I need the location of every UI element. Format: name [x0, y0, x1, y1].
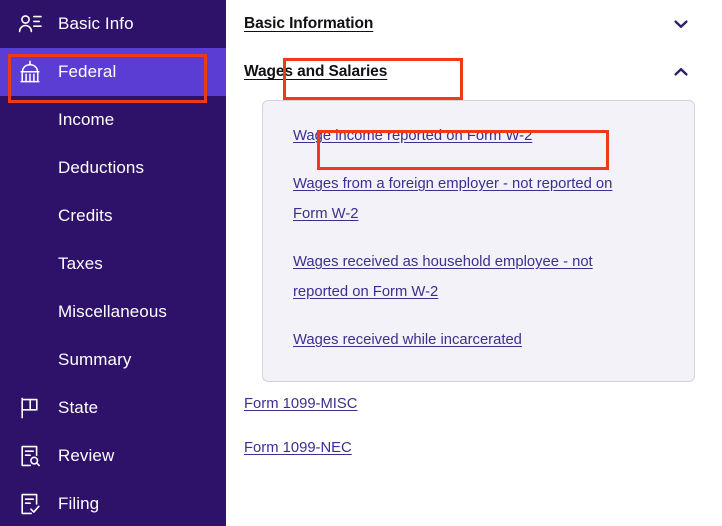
sidebar-item-income[interactable]: Income — [0, 96, 226, 144]
sidebar-item-label: Review — [58, 446, 115, 465]
app-root: Basic Info Federal Income Deductions Cre… — [0, 0, 722, 526]
document-check-icon — [16, 490, 44, 518]
sidebar-item-federal[interactable]: Federal — [0, 48, 226, 96]
row-form-1099-nec: Form 1099-NEC — [244, 426, 704, 470]
link-form-1099-misc[interactable]: Form 1099-MISC — [244, 396, 357, 412]
link-wage-income-form-w2[interactable]: Wage income reported on Form W-2 — [293, 121, 633, 151]
wages-and-salaries-card: Wage income reported on Form W-2 Wages f… — [262, 100, 695, 382]
sidebar-item-label: State — [58, 398, 99, 417]
sidebar-item-taxes[interactable]: Taxes — [0, 240, 226, 288]
sidebar-item-credits[interactable]: Credits — [0, 192, 226, 240]
sidebar-item-label: Miscellaneous — [58, 302, 168, 321]
sidebar-item-label: Deductions — [58, 158, 145, 177]
section-basic-information[interactable]: Basic Information — [244, 0, 704, 48]
sidebar-item-review[interactable]: Review — [0, 432, 226, 480]
section-wages-and-salaries[interactable]: Wages and Salaries — [244, 48, 704, 96]
chevron-down-icon[interactable] — [669, 12, 693, 36]
section-title-basic-information[interactable]: Basic Information — [244, 15, 373, 33]
sidebar-item-filing[interactable]: Filing — [0, 480, 226, 526]
sidebar-item-summary[interactable]: Summary — [0, 336, 226, 384]
link-wages-incarcerated[interactable]: Wages received while incarcerated — [293, 325, 633, 355]
capitol-icon — [16, 58, 44, 86]
sidebar-item-label: Income — [58, 110, 115, 129]
link-form-1099-nec[interactable]: Form 1099-NEC — [244, 440, 352, 456]
sidebar-item-label: Federal — [58, 62, 117, 81]
row-form-1099-misc: Form 1099-MISC — [244, 382, 704, 426]
chevron-up-icon[interactable] — [669, 60, 693, 84]
sidebar-item-basic-info[interactable]: Basic Info — [0, 0, 226, 48]
sidebar-item-label: Basic Info — [58, 14, 134, 33]
main-content: Basic Information Wages and Salaries Wag… — [226, 0, 722, 526]
link-wages-foreign-employer[interactable]: Wages from a foreign employer - not repo… — [293, 169, 633, 229]
section-title-wages-and-salaries[interactable]: Wages and Salaries — [244, 63, 387, 81]
sidebar-item-label: Filing — [58, 494, 100, 513]
contact-card-icon — [16, 10, 44, 38]
sidebar-item-state[interactable]: State — [0, 384, 226, 432]
sidebar-item-label: Summary — [58, 350, 132, 369]
sidebar-nav: Basic Info Federal Income Deductions Cre… — [0, 0, 226, 526]
sidebar-item-label: Taxes — [58, 254, 103, 273]
link-wages-household-employee[interactable]: Wages received as household employee - n… — [293, 247, 633, 307]
flag-icon — [16, 394, 44, 422]
sidebar-item-miscellaneous[interactable]: Miscellaneous — [0, 288, 226, 336]
sidebar-item-deductions[interactable]: Deductions — [0, 144, 226, 192]
document-search-icon — [16, 442, 44, 470]
sidebar-item-label: Credits — [58, 206, 113, 225]
